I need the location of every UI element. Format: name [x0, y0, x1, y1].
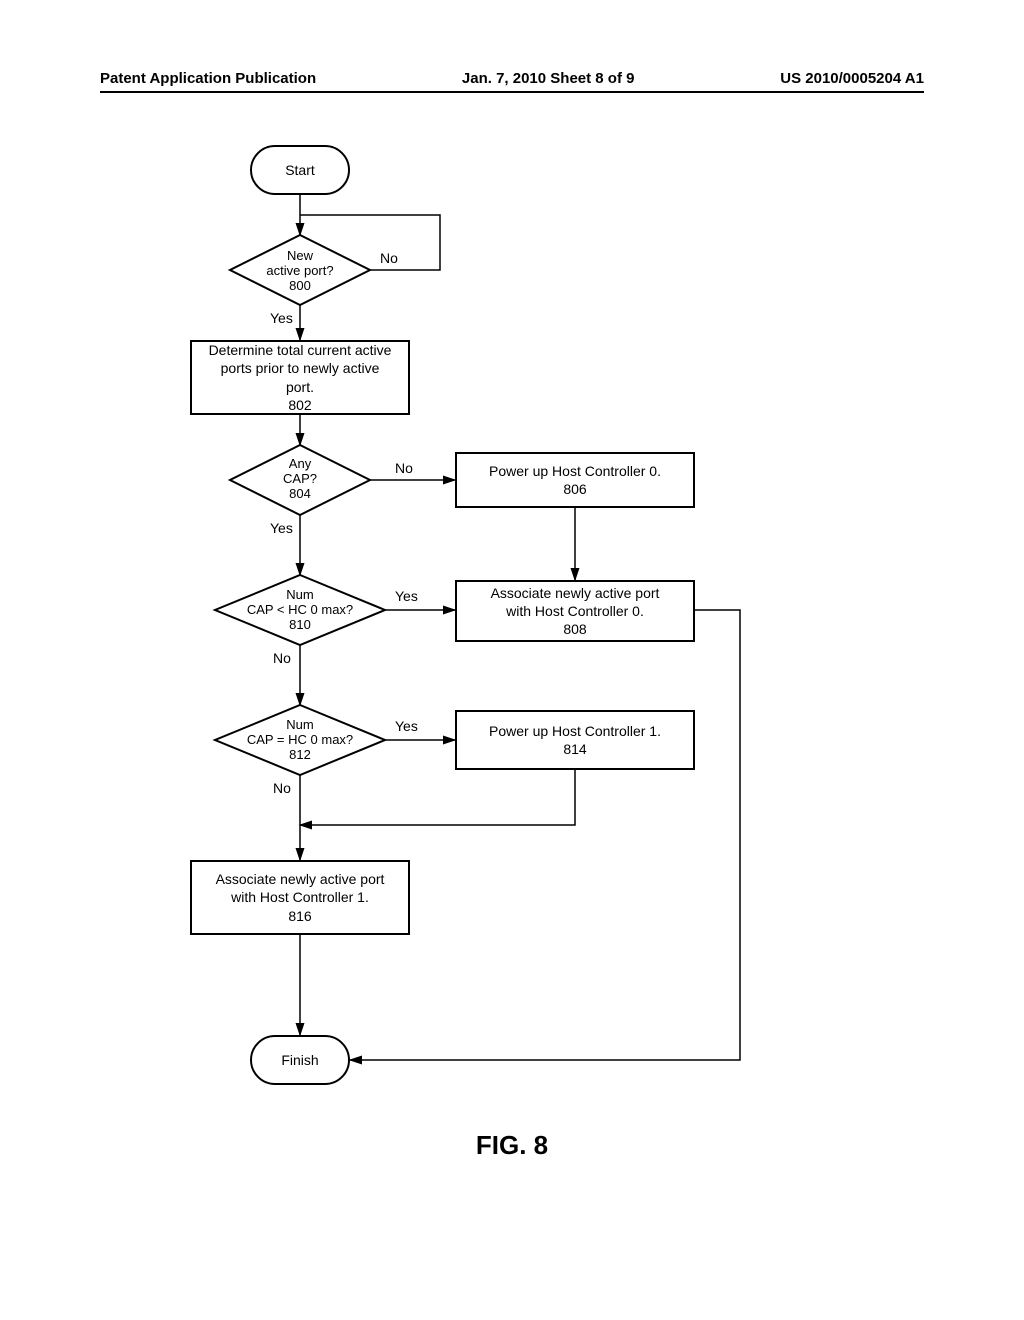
process-816: Associate newly active port with Host Co…	[190, 860, 410, 935]
process-802: Determine total current active ports pri…	[190, 340, 410, 415]
figure-caption: FIG. 8	[0, 1130, 1024, 1161]
d812-yes: Yes	[395, 718, 418, 734]
decision-804: Any CAP? 804	[255, 456, 345, 501]
node-start: Start	[250, 145, 350, 195]
process-814: Power up Host Controller 1. 814	[455, 710, 695, 770]
d804-yes: Yes	[270, 520, 293, 536]
d812-no: No	[273, 780, 291, 796]
header-left: Patent Application Publication	[100, 70, 316, 87]
process-808: Associate newly active port with Host Co…	[455, 580, 695, 642]
decision-800: New active port? 800	[250, 248, 350, 293]
header-right: US 2010/0005204 A1	[780, 70, 924, 87]
node-finish: Finish	[250, 1035, 350, 1085]
finish-text: Finish	[281, 1051, 318, 1069]
flowchart: Start New active port? 800 No Yes Determ…	[0, 140, 1024, 1140]
header-center: Jan. 7, 2010 Sheet 8 of 9	[462, 70, 635, 87]
d800-yes: Yes	[270, 310, 293, 326]
d800-no: No	[380, 250, 398, 266]
d810-no: No	[273, 650, 291, 666]
d810-yes: Yes	[395, 588, 418, 604]
d804-no: No	[395, 460, 413, 476]
decision-812: Num CAP = HC 0 max? 812	[235, 717, 365, 762]
decision-810: Num CAP < HC 0 max? 810	[235, 587, 365, 632]
process-806: Power up Host Controller 0. 806	[455, 452, 695, 508]
page-header: Patent Application Publication Jan. 7, 2…	[100, 70, 924, 93]
start-text: Start	[285, 161, 315, 179]
